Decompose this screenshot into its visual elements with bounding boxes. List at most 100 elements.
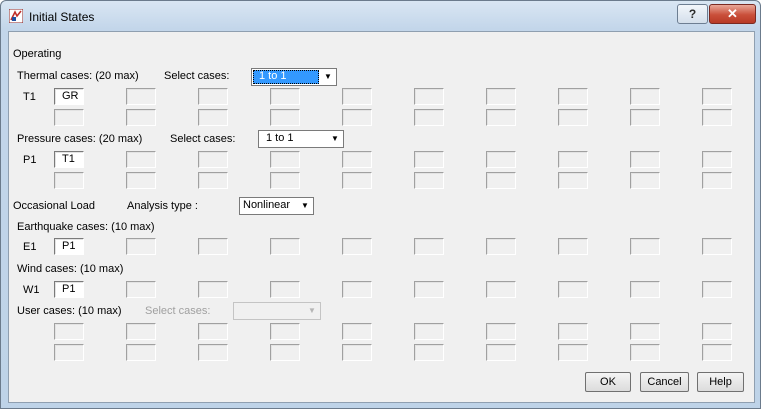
- case-field[interactable]: [702, 344, 732, 361]
- case-field[interactable]: [486, 344, 516, 361]
- case-field[interactable]: [54, 323, 84, 340]
- case-field[interactable]: [630, 88, 660, 105]
- case-field[interactable]: [126, 238, 156, 255]
- case-field[interactable]: [558, 172, 588, 189]
- case-field[interactable]: [126, 281, 156, 298]
- case-field[interactable]: [486, 151, 516, 168]
- case-field[interactable]: [702, 151, 732, 168]
- case-field[interactable]: [126, 323, 156, 340]
- case-field-value: T1: [62, 153, 75, 165]
- case-field[interactable]: [414, 109, 444, 126]
- case-field[interactable]: [630, 172, 660, 189]
- title-close-button[interactable]: ✕: [709, 4, 756, 24]
- app-icon: [9, 9, 23, 23]
- case-field-first[interactable]: T1: [54, 151, 84, 168]
- case-field[interactable]: [558, 238, 588, 255]
- case-field[interactable]: [702, 323, 732, 340]
- title-bar[interactable]: Initial States ? ✕: [1, 1, 760, 31]
- case-field[interactable]: [702, 281, 732, 298]
- case-field-first[interactable]: P1: [54, 238, 84, 255]
- case-field[interactable]: [198, 109, 228, 126]
- earthquake-cases-label: Earthquake cases: (10 max): [17, 221, 155, 233]
- case-field[interactable]: [342, 344, 372, 361]
- case-field-value: P1: [62, 283, 76, 295]
- case-field[interactable]: [198, 238, 228, 255]
- title-help-button[interactable]: ?: [677, 4, 708, 24]
- case-field[interactable]: [702, 172, 732, 189]
- case-field[interactable]: [270, 323, 300, 340]
- case-field[interactable]: [342, 151, 372, 168]
- case-field[interactable]: [270, 109, 300, 126]
- cancel-button[interactable]: Cancel: [640, 372, 689, 392]
- case-field[interactable]: [198, 172, 228, 189]
- help-button[interactable]: Help: [697, 372, 744, 392]
- thermal-select-cases-dropdown[interactable]: 1 to 1 ▼: [251, 68, 337, 86]
- case-field-first[interactable]: GR: [54, 88, 84, 105]
- case-field[interactable]: [54, 344, 84, 361]
- case-field[interactable]: [486, 238, 516, 255]
- case-field[interactable]: [54, 109, 84, 126]
- user-select-cases-dropdown[interactable]: ▼: [233, 302, 321, 320]
- case-field[interactable]: [486, 281, 516, 298]
- case-field[interactable]: [270, 88, 300, 105]
- case-field[interactable]: [630, 323, 660, 340]
- case-field[interactable]: [486, 109, 516, 126]
- case-field[interactable]: [414, 344, 444, 361]
- case-field[interactable]: [126, 344, 156, 361]
- dialog-client-area: Operating Thermal cases: (20 max) Select…: [8, 31, 755, 403]
- case-field[interactable]: [414, 88, 444, 105]
- case-field[interactable]: [198, 151, 228, 168]
- case-field[interactable]: [486, 323, 516, 340]
- case-field[interactable]: [342, 109, 372, 126]
- case-field[interactable]: [630, 281, 660, 298]
- case-field[interactable]: [558, 344, 588, 361]
- case-field[interactable]: [342, 88, 372, 105]
- case-field[interactable]: [414, 238, 444, 255]
- case-field[interactable]: [270, 172, 300, 189]
- case-field[interactable]: [342, 281, 372, 298]
- case-field-value: P1: [62, 240, 76, 252]
- case-field[interactable]: [486, 172, 516, 189]
- pressure-select-cases-dropdown[interactable]: 1 to 1 ▼: [258, 130, 344, 148]
- case-field[interactable]: [126, 151, 156, 168]
- case-field[interactable]: [270, 344, 300, 361]
- earthquake-row-label: E1: [23, 241, 37, 253]
- case-field[interactable]: [342, 323, 372, 340]
- case-field-first[interactable]: P1: [54, 281, 84, 298]
- case-field[interactable]: [702, 109, 732, 126]
- case-field[interactable]: [270, 151, 300, 168]
- case-field[interactable]: [630, 344, 660, 361]
- occasional-section-label: Occasional Load: [13, 200, 95, 212]
- case-field[interactable]: [198, 281, 228, 298]
- case-field[interactable]: [414, 151, 444, 168]
- case-field[interactable]: [342, 238, 372, 255]
- case-field[interactable]: [126, 109, 156, 126]
- case-field[interactable]: [270, 281, 300, 298]
- case-field[interactable]: [54, 172, 84, 189]
- case-field[interactable]: [486, 88, 516, 105]
- case-field[interactable]: [558, 151, 588, 168]
- case-field[interactable]: [630, 238, 660, 255]
- case-field[interactable]: [342, 172, 372, 189]
- case-field[interactable]: [558, 109, 588, 126]
- case-field[interactable]: [558, 323, 588, 340]
- analysis-type-dropdown[interactable]: Nonlinear ▼: [239, 197, 314, 215]
- case-field[interactable]: [198, 344, 228, 361]
- case-field[interactable]: [414, 281, 444, 298]
- case-field[interactable]: [558, 88, 588, 105]
- case-field[interactable]: [414, 323, 444, 340]
- case-field[interactable]: [198, 88, 228, 105]
- case-field[interactable]: [558, 281, 588, 298]
- user-cases-label: User cases: (10 max): [17, 305, 122, 317]
- case-field[interactable]: [702, 88, 732, 105]
- case-field[interactable]: [270, 238, 300, 255]
- case-field[interactable]: [126, 172, 156, 189]
- case-field[interactable]: [630, 151, 660, 168]
- case-field[interactable]: [414, 172, 444, 189]
- ok-button[interactable]: OK: [585, 372, 631, 392]
- case-field[interactable]: [630, 109, 660, 126]
- case-field[interactable]: [126, 88, 156, 105]
- case-field[interactable]: [702, 238, 732, 255]
- pressure-select-value: 1 to 1: [266, 132, 294, 144]
- case-field[interactable]: [198, 323, 228, 340]
